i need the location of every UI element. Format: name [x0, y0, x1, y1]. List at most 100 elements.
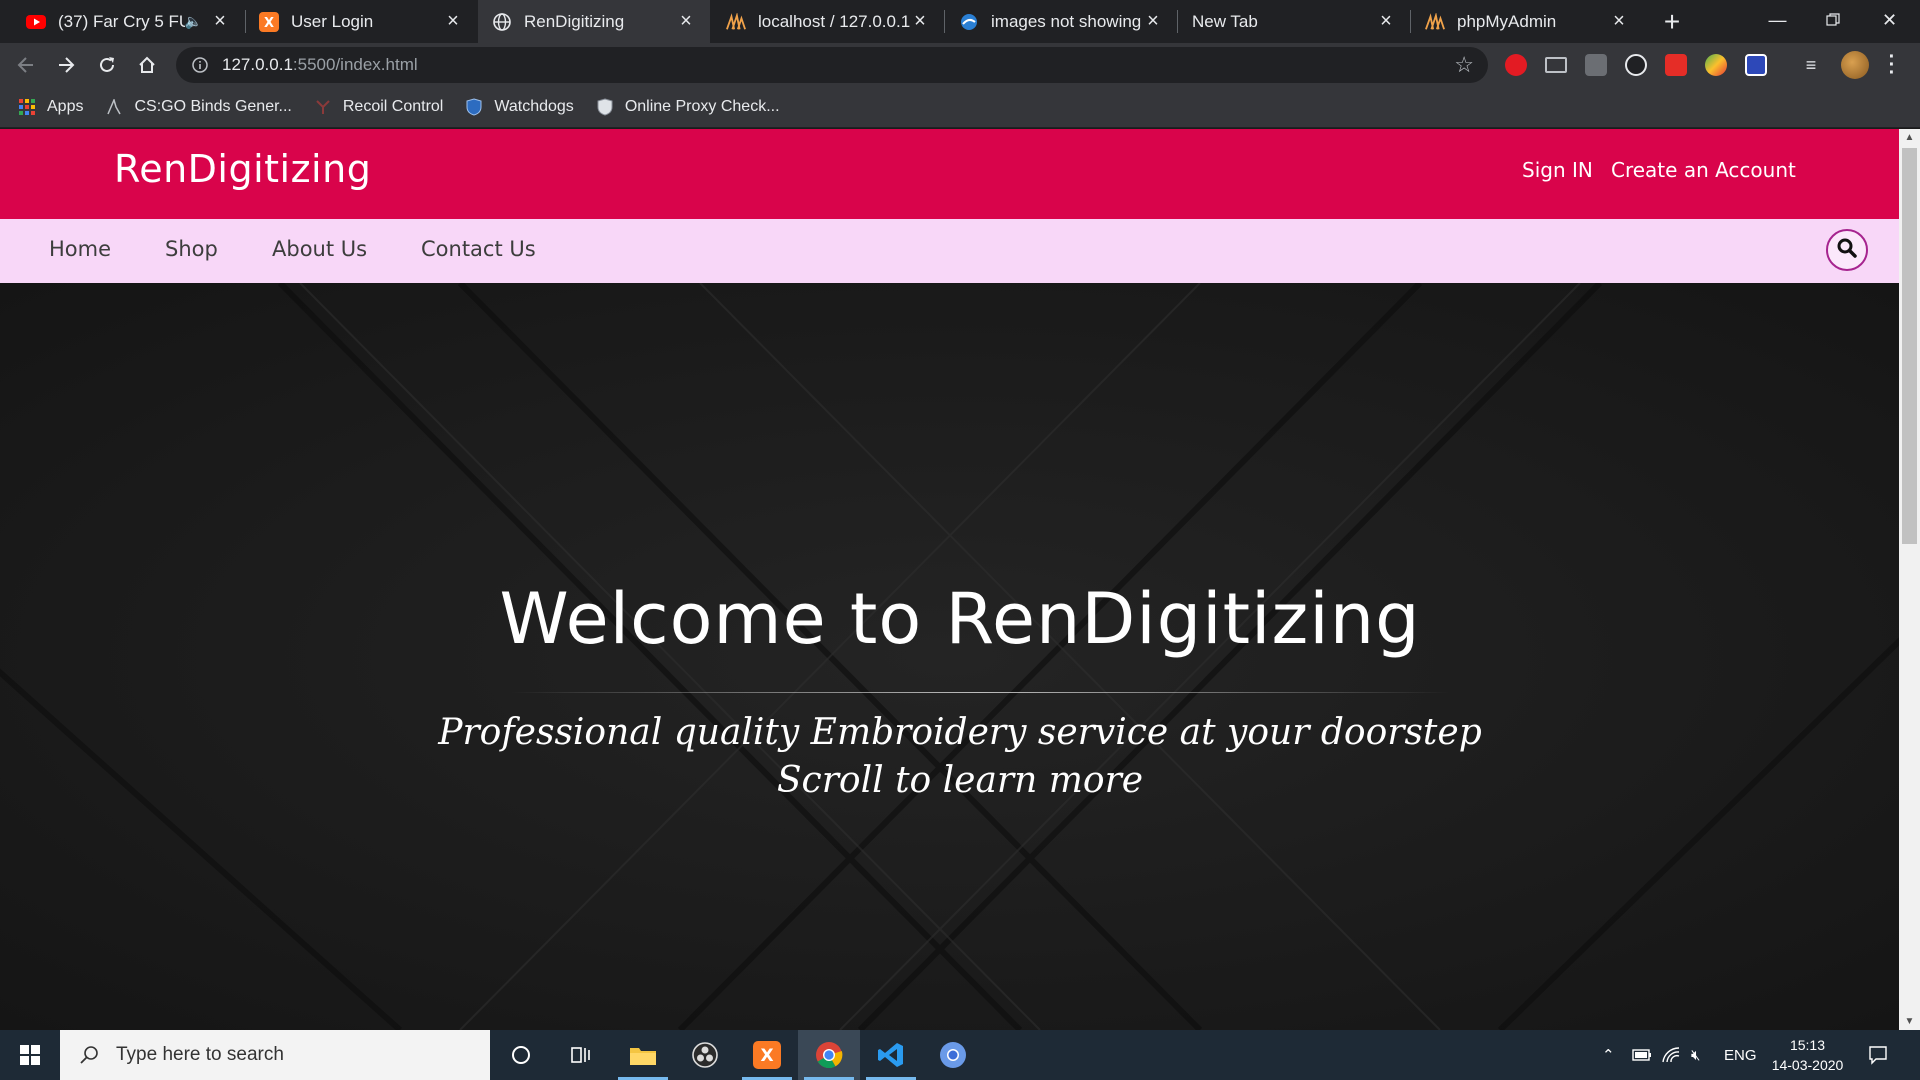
phpmyadmin-icon — [1425, 12, 1445, 32]
bookmark-label: Apps — [47, 98, 84, 115]
volume-muted-icon[interactable]: 🔇︎ — [1691, 1030, 1700, 1080]
url-text: 127.0.0.1:5500/index.html — [222, 55, 418, 74]
tab-title: New Tab — [1192, 11, 1258, 31]
page-scrollbar[interactable]: ▲ ▼ — [1899, 129, 1920, 1030]
tab-title: images not showing / c — [991, 11, 1143, 31]
bookmark-recoil-control[interactable]: Recoil Control — [314, 98, 443, 116]
show-hidden-icons-icon[interactable]: ⌃ — [1602, 1030, 1615, 1080]
obs-icon[interactable] — [674, 1030, 736, 1080]
notification-center-icon[interactable] — [1868, 1030, 1888, 1080]
tab-title: (37) Far Cry 5 FULL — [58, 11, 185, 31]
adblock-extension-icon[interactable] — [1505, 54, 1527, 76]
browser-tab-strip: (37) Far Cry 5 FULL 🔈 × X User Login × R… — [0, 0, 1920, 43]
nav-home[interactable]: Home — [49, 237, 111, 261]
browser-toolbar: 127.0.0.1:5500/index.html ☆ ≡ · · · — [0, 43, 1920, 87]
windows-taskbar: Type here to search X ⌃ 🔇︎ ENG 15:13 14-… — [0, 1030, 1920, 1080]
close-tab-icon[interactable]: × — [910, 10, 930, 32]
extension-icon[interactable] — [1745, 54, 1767, 76]
tab-user-login[interactable]: X User Login × — [245, 0, 477, 43]
language-indicator[interactable]: ENG — [1724, 1030, 1757, 1080]
tab-images-not-showing[interactable]: images not showing / c × — [945, 0, 1177, 43]
close-tab-icon[interactable]: × — [210, 10, 230, 32]
vscode-icon[interactable] — [860, 1030, 922, 1080]
scroll-prompt: Scroll to learn more — [776, 760, 1144, 801]
nav-about-us[interactable]: About Us — [272, 237, 367, 261]
file-explorer-icon[interactable] — [612, 1030, 674, 1080]
browser-icon — [959, 12, 979, 32]
address-bar[interactable]: 127.0.0.1:5500/index.html ☆ — [176, 47, 1488, 83]
close-tab-icon[interactable]: × — [443, 10, 463, 32]
bookmark-label: CS:GO Binds Gener... — [134, 98, 292, 115]
scrollbar-thumb[interactable] — [1902, 148, 1917, 544]
battery-icon[interactable] — [1632, 1030, 1652, 1080]
create-account-link[interactable]: Create an Account — [1611, 158, 1796, 182]
close-window-icon[interactable]: ✕ — [1862, 0, 1917, 40]
site-info-icon[interactable] — [190, 55, 210, 75]
site-header: RenDigitizing Sign IN Create an Account — [0, 129, 1899, 219]
media-control-icon[interactable]: ≡ — [1800, 54, 1822, 76]
proxy-icon — [596, 98, 614, 116]
extension-icon[interactable] — [1705, 54, 1727, 76]
new-tab-button[interactable]: + — [1656, 6, 1688, 38]
hero-section: Welcome to RenDigitizing Professional qu… — [0, 283, 1899, 1030]
restore-icon[interactable] — [1805, 0, 1860, 40]
tab-title: User Login — [291, 11, 374, 31]
menu-icon[interactable]: · · · — [1884, 47, 1900, 83]
avatar[interactable] — [1841, 51, 1869, 79]
scroll-up-arrow-icon[interactable]: ▲ — [1899, 129, 1920, 146]
close-tab-icon[interactable]: × — [676, 10, 696, 32]
back-arrow-icon[interactable] — [10, 49, 42, 81]
phpmyadmin-icon — [726, 12, 746, 32]
chrome-icon[interactable] — [798, 1030, 860, 1080]
system-clock[interactable]: 15:13 14-03-2020 — [1760, 1035, 1855, 1075]
cortana-icon[interactable] — [490, 1030, 552, 1080]
xampp-icon[interactable]: X — [736, 1030, 798, 1080]
search-icon — [1837, 238, 1857, 263]
tab-localhost[interactable]: localhost / 127.0.0.1 / r × — [712, 0, 944, 43]
bookmark-star-icon[interactable]: ☆ — [1454, 52, 1474, 78]
tab-new-tab[interactable]: New Tab × — [1178, 0, 1410, 43]
bookmark-csgo-binds[interactable]: CS:GO Binds Gener... — [105, 98, 292, 116]
task-view-icon[interactable] — [551, 1030, 613, 1080]
bookmark-online-proxy[interactable]: Online Proxy Check... — [596, 98, 780, 116]
bookmark-watchdogs[interactable]: Watchdogs — [465, 98, 574, 116]
tab-rendigitizing[interactable]: RenDigitizing × — [478, 0, 710, 43]
chromium-icon[interactable] — [922, 1030, 984, 1080]
scroll-down-arrow-icon[interactable]: ▼ — [1899, 1013, 1920, 1030]
mail-extension-icon[interactable] — [1545, 57, 1567, 73]
web-page: RenDigitizing Sign IN Create an Account … — [0, 129, 1899, 1030]
tab-youtube[interactable]: (37) Far Cry 5 FULL 🔈 × — [12, 0, 244, 43]
sign-in-link[interactable]: Sign IN — [1522, 158, 1593, 182]
forward-arrow-icon[interactable] — [50, 49, 82, 81]
tab-title: localhost / 127.0.0.1 / r — [758, 11, 910, 31]
nav-contact-us[interactable]: Contact Us — [421, 237, 536, 261]
taskbar-search-box[interactable]: Type here to search — [60, 1030, 490, 1080]
search-button[interactable] — [1826, 229, 1868, 271]
reload-icon[interactable] — [91, 49, 123, 81]
windows-start-button[interactable] — [0, 1030, 60, 1080]
home-icon[interactable] — [131, 49, 163, 81]
tab-title: phpMyAdmin — [1457, 11, 1557, 31]
csgo-icon — [105, 98, 123, 116]
search-icon — [74, 1045, 104, 1065]
recoil-icon — [314, 98, 332, 116]
extension-icon[interactable] — [1625, 54, 1647, 76]
extension-icon[interactable] — [1585, 54, 1607, 76]
search-placeholder: Type here to search — [116, 1044, 284, 1065]
wifi-icon[interactable] — [1662, 1030, 1680, 1080]
site-logo[interactable]: RenDigitizing — [114, 147, 371, 191]
close-tab-icon[interactable]: × — [1609, 10, 1629, 32]
clock-date: 14-03-2020 — [1771, 1057, 1844, 1073]
bookmarks-bar: Apps CS:GO Binds Gener... Recoil Control… — [0, 87, 1920, 128]
close-tab-icon[interactable]: × — [1143, 10, 1163, 32]
video-extension-icon[interactable] — [1665, 54, 1687, 76]
hero-title: Welcome to RenDigitizing — [499, 578, 1421, 660]
nav-shop[interactable]: Shop — [165, 237, 218, 261]
tab-phpmyadmin[interactable]: phpMyAdmin × — [1411, 0, 1643, 43]
bookmark-apps[interactable]: Apps — [18, 98, 83, 116]
minimize-icon[interactable]: — — [1750, 0, 1805, 40]
speaker-icon[interactable]: 🔈 — [185, 13, 202, 30]
bookmark-label: Watchdogs — [494, 98, 574, 115]
youtube-icon — [26, 12, 46, 32]
close-tab-icon[interactable]: × — [1376, 10, 1396, 32]
